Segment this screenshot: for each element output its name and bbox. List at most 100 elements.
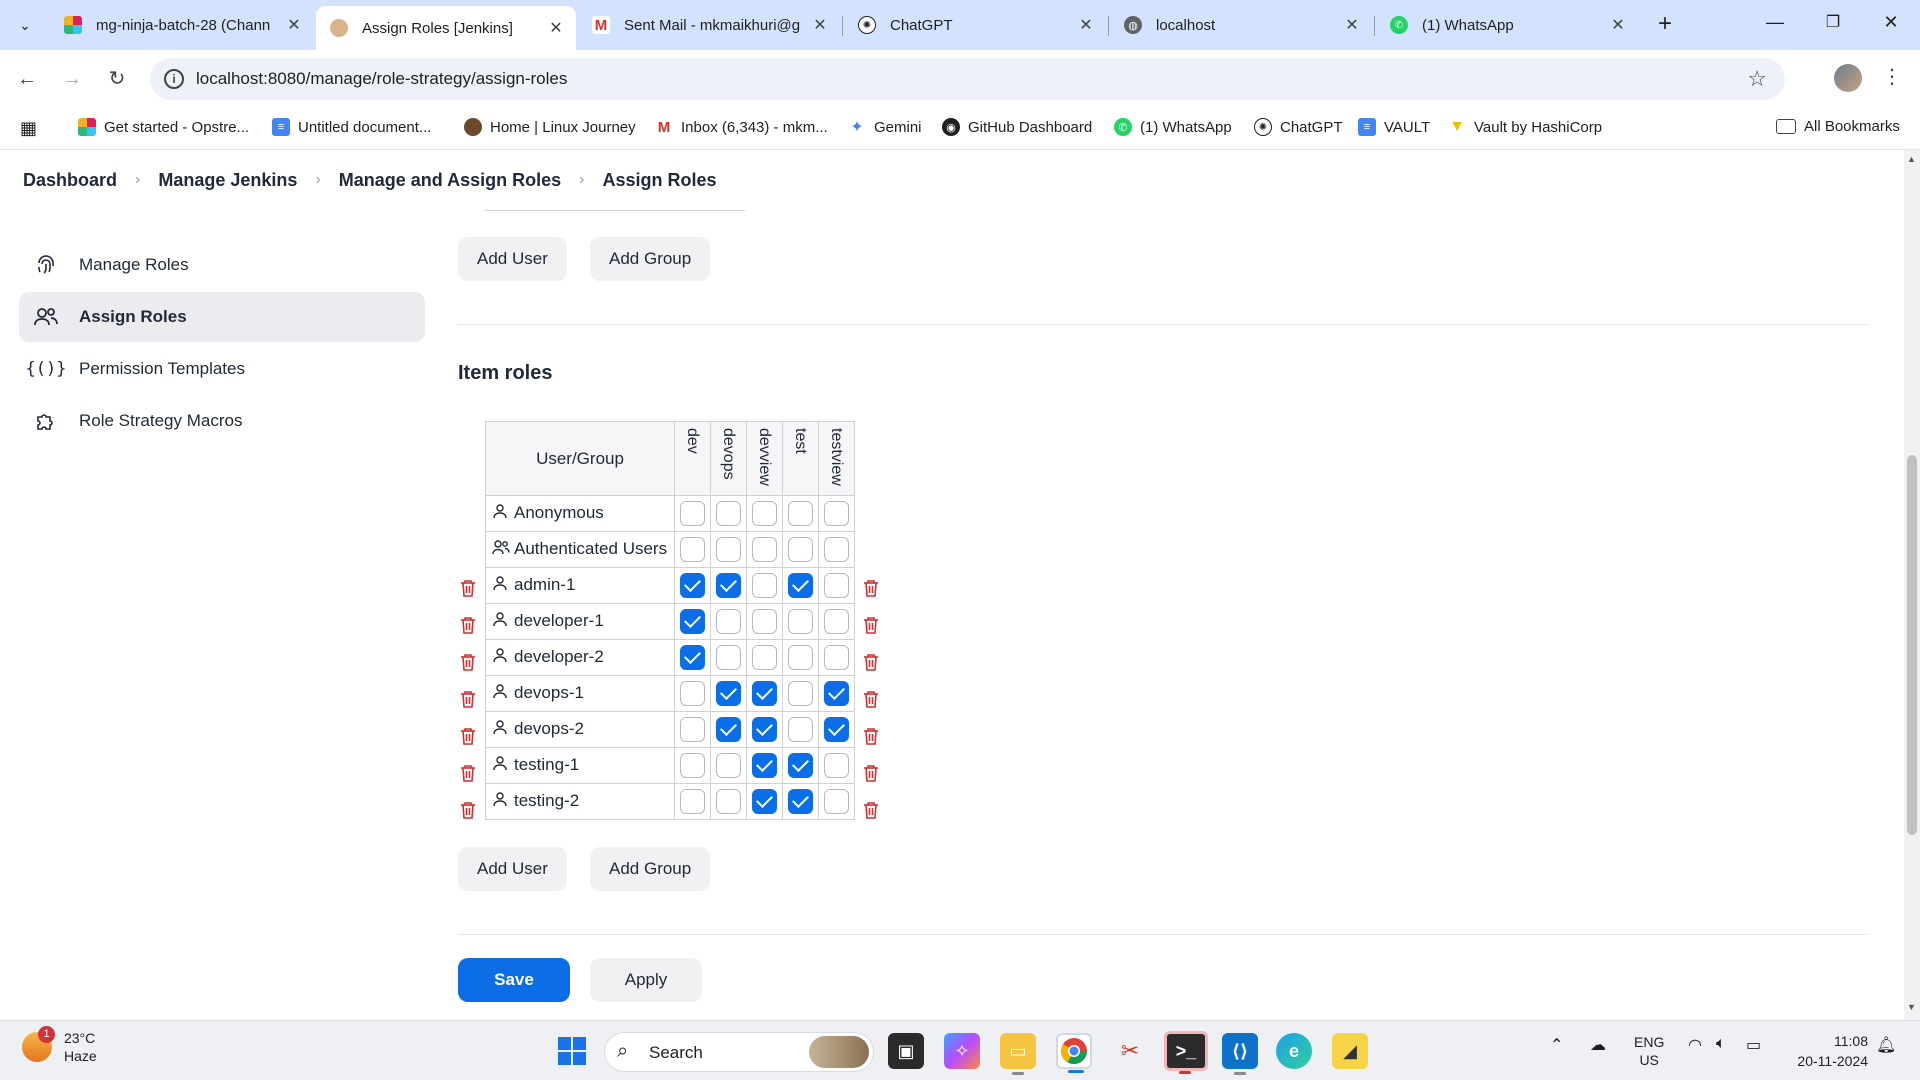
delete-row-left-icon[interactable] xyxy=(460,801,476,819)
role-checkbox-devview[interactable] xyxy=(752,609,777,634)
role-checkbox-devview[interactable] xyxy=(752,681,777,706)
global-add-user-button[interactable]: Add User xyxy=(458,237,567,281)
taskbar-search[interactable]: ⌕ Search xyxy=(604,1032,874,1072)
role-checkbox-devops[interactable] xyxy=(716,753,741,778)
breadcrumb-assign-roles[interactable]: Assign Roles xyxy=(602,170,716,191)
delete-row-right-icon[interactable] xyxy=(863,764,879,782)
role-checkbox-test[interactable] xyxy=(788,537,813,562)
restore-button[interactable]: ❐ xyxy=(1818,12,1848,36)
close-window-button[interactable]: ✕ xyxy=(1876,12,1906,36)
role-checkbox-devops[interactable] xyxy=(716,789,741,814)
language-indicator[interactable]: ENG US xyxy=(1634,1033,1664,1069)
bookmark-linux-journey[interactable]: Home | Linux Journey xyxy=(464,118,636,136)
delete-row-left-icon[interactable] xyxy=(460,579,476,597)
role-checkbox-testview[interactable] xyxy=(824,609,849,634)
close-tab-icon[interactable]: ✕ xyxy=(284,15,304,35)
role-checkbox-test[interactable] xyxy=(788,753,813,778)
role-checkbox-devops[interactable] xyxy=(716,717,741,742)
role-checkbox-devops[interactable] xyxy=(716,645,741,670)
role-checkbox-test[interactable] xyxy=(788,717,813,742)
tab-jenkins[interactable]: Assign Roles [Jenkins] ✕ xyxy=(316,6,576,50)
role-checkbox-devview[interactable] xyxy=(752,645,777,670)
close-tab-icon[interactable]: ✕ xyxy=(1342,15,1362,35)
tab-chatgpt[interactable]: ✺ ChatGPT ✕ xyxy=(844,8,1106,42)
role-checkbox-devops[interactable] xyxy=(716,573,741,598)
global-add-group-button[interactable]: Add Group xyxy=(590,237,711,281)
sidebar-item-assign-roles[interactable]: Assign Roles xyxy=(19,292,425,342)
role-checkbox-dev[interactable] xyxy=(680,717,705,742)
delete-row-left-icon[interactable] xyxy=(460,616,476,634)
role-checkbox-devview[interactable] xyxy=(752,717,777,742)
terminal-icon[interactable]: >_ xyxy=(1164,1031,1208,1074)
tab-whatsapp[interactable]: ✆ (1) WhatsApp ✕ xyxy=(1376,8,1638,42)
role-checkbox-test[interactable] xyxy=(788,501,813,526)
page-scrollbar[interactable]: ▲ ▼ xyxy=(1904,150,1920,1020)
scroll-down-icon[interactable]: ▼ xyxy=(1907,1002,1916,1012)
tab-gmail[interactable]: M Sent Mail - mkmaikhuri@g ✕ xyxy=(578,8,840,42)
role-checkbox-dev[interactable] xyxy=(680,789,705,814)
close-tab-icon[interactable]: ✕ xyxy=(810,15,830,35)
bookmark-whatsapp[interactable]: ✆ (1) WhatsApp xyxy=(1114,118,1232,136)
edge-icon[interactable]: e xyxy=(1276,1033,1312,1069)
scrollbar-thumb[interactable] xyxy=(1907,455,1917,835)
role-checkbox-dev[interactable] xyxy=(680,645,705,670)
delete-row-right-icon[interactable] xyxy=(863,579,879,597)
role-checkbox-devview[interactable] xyxy=(752,501,777,526)
file-explorer-icon[interactable]: ▭ xyxy=(1000,1033,1036,1075)
bookmark-chatgpt[interactable]: ✺ ChatGPT xyxy=(1254,118,1343,136)
address-bar[interactable]: i localhost:8080/manage/role-strategy/as… xyxy=(150,58,1785,100)
back-button[interactable]: ← xyxy=(12,64,42,94)
bookmark-star-icon[interactable]: ☆ xyxy=(1747,66,1767,92)
role-checkbox-devops[interactable] xyxy=(716,537,741,562)
delete-row-left-icon[interactable] xyxy=(460,653,476,671)
battery-icon[interactable]: ▭ xyxy=(1746,1035,1761,1055)
delete-row-right-icon[interactable] xyxy=(863,690,879,708)
chrome-icon[interactable] xyxy=(1056,1033,1092,1073)
role-checkbox-test[interactable] xyxy=(788,789,813,814)
role-checkbox-testview[interactable] xyxy=(824,681,849,706)
apply-button[interactable]: Apply xyxy=(590,958,702,1002)
tab-localhost[interactable]: ◍ localhost ✕ xyxy=(1110,8,1372,42)
role-checkbox-dev[interactable] xyxy=(680,573,705,598)
all-bookmarks-button[interactable]: All Bookmarks xyxy=(1776,118,1900,135)
save-button[interactable]: Save xyxy=(458,958,570,1002)
site-info-icon[interactable]: i xyxy=(164,69,184,89)
role-checkbox-testview[interactable] xyxy=(824,537,849,562)
breadcrumb-dashboard[interactable]: Dashboard xyxy=(23,170,117,191)
delete-row-right-icon[interactable] xyxy=(863,653,879,671)
role-checkbox-devview[interactable] xyxy=(752,789,777,814)
role-checkbox-devview[interactable] xyxy=(752,537,777,562)
start-button[interactable] xyxy=(554,1033,590,1069)
role-checkbox-devops[interactable] xyxy=(716,501,741,526)
close-tab-icon[interactable]: ✕ xyxy=(1608,15,1628,35)
role-checkbox-dev[interactable] xyxy=(680,501,705,526)
bookmark-inbox[interactable]: M Inbox (6,343) - mkm... xyxy=(655,118,828,136)
tab-slack[interactable]: mg-ninja-batch-28 (Chann ✕ xyxy=(50,8,314,42)
role-checkbox-testview[interactable] xyxy=(824,717,849,742)
role-checkbox-testview[interactable] xyxy=(824,645,849,670)
delete-row-left-icon[interactable] xyxy=(460,727,476,745)
role-checkbox-test[interactable] xyxy=(788,681,813,706)
role-checkbox-devview[interactable] xyxy=(752,573,777,598)
delete-row-left-icon[interactable] xyxy=(460,764,476,782)
close-tab-icon[interactable]: ✕ xyxy=(546,18,566,38)
role-checkbox-dev[interactable] xyxy=(680,753,705,778)
item-add-user-button[interactable]: Add User xyxy=(458,847,567,891)
bookmark-opstree[interactable]: Get started - Opstre... xyxy=(78,118,249,136)
sidebar-item-permission-templates[interactable]: {()} Permission Templates xyxy=(19,344,425,394)
role-checkbox-dev[interactable] xyxy=(680,609,705,634)
onedrive-icon[interactable]: ☁ xyxy=(1590,1035,1606,1055)
scroll-up-icon[interactable]: ▲ xyxy=(1907,154,1916,164)
delete-row-right-icon[interactable] xyxy=(863,616,879,634)
notification-bell-icon[interactable]: 🔔︎ xyxy=(1876,1035,1896,1055)
delete-row-left-icon[interactable] xyxy=(460,690,476,708)
sidebar-item-role-strategy-macros[interactable]: Role Strategy Macros xyxy=(19,396,425,446)
show-hidden-icons[interactable]: ⌃ xyxy=(1550,1035,1563,1055)
minimize-button[interactable]: — xyxy=(1760,12,1790,36)
role-checkbox-testview[interactable] xyxy=(824,753,849,778)
role-checkbox-test[interactable] xyxy=(788,609,813,634)
weather-widget[interactable]: 1 23°C Haze xyxy=(22,1026,97,1065)
bookmark-vault[interactable]: ≡ VAULT xyxy=(1358,118,1430,136)
role-checkbox-devops[interactable] xyxy=(716,681,741,706)
snipping-tool-icon[interactable]: ✂ xyxy=(1112,1033,1148,1069)
